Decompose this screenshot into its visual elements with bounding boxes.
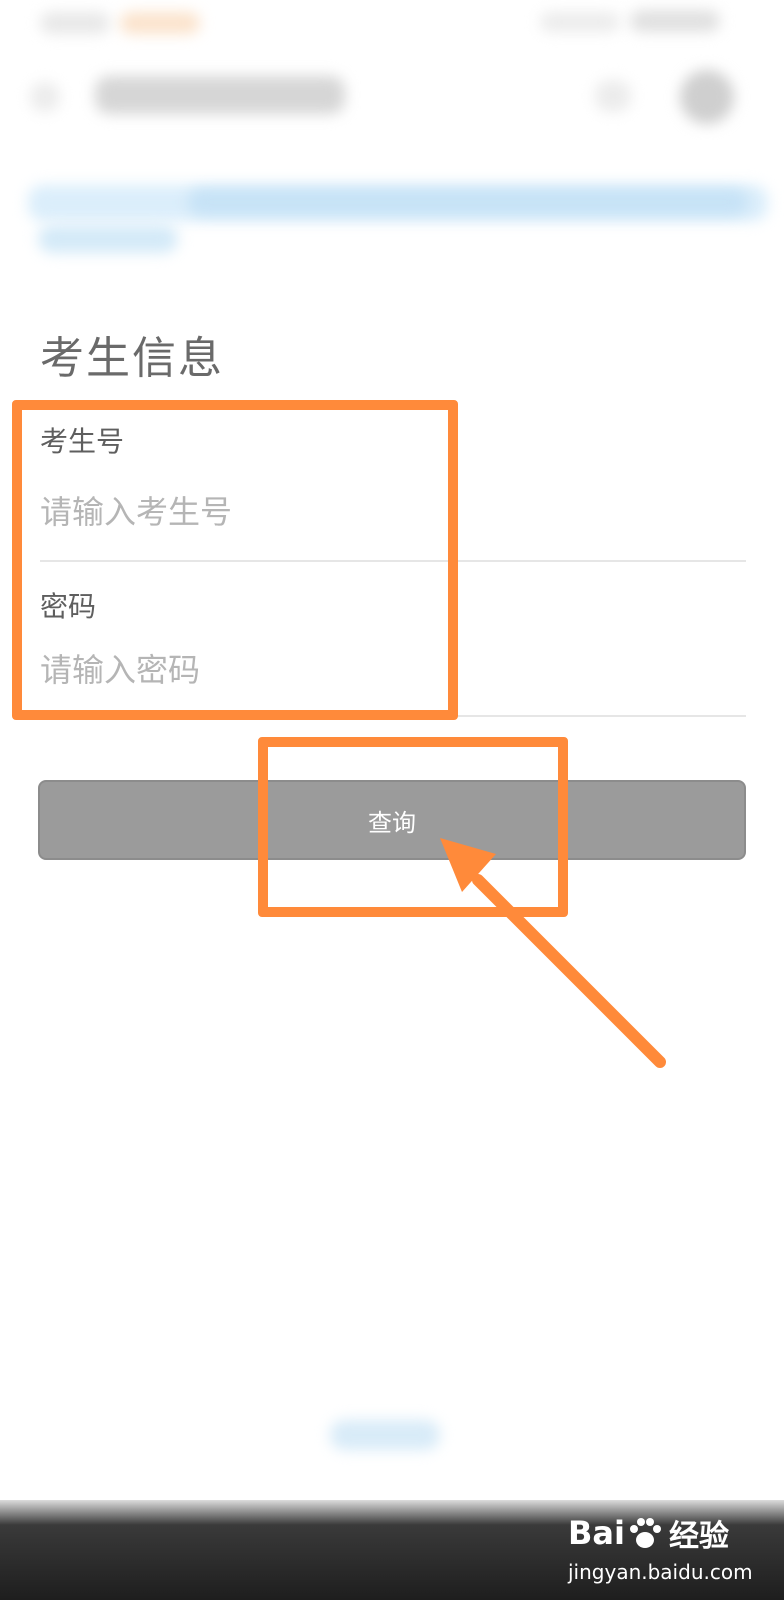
watermark-url: jingyan.baidu.com xyxy=(568,1560,753,1584)
blurred-footer-content xyxy=(320,1320,470,1470)
watermark-brand-left: Bai xyxy=(568,1514,625,1552)
watermark-logo: Bai 经验 jingyan.baidu.com xyxy=(568,1510,768,1592)
watermark-brand-right: 经验 xyxy=(668,1519,729,1554)
paw-icon xyxy=(629,1518,661,1548)
